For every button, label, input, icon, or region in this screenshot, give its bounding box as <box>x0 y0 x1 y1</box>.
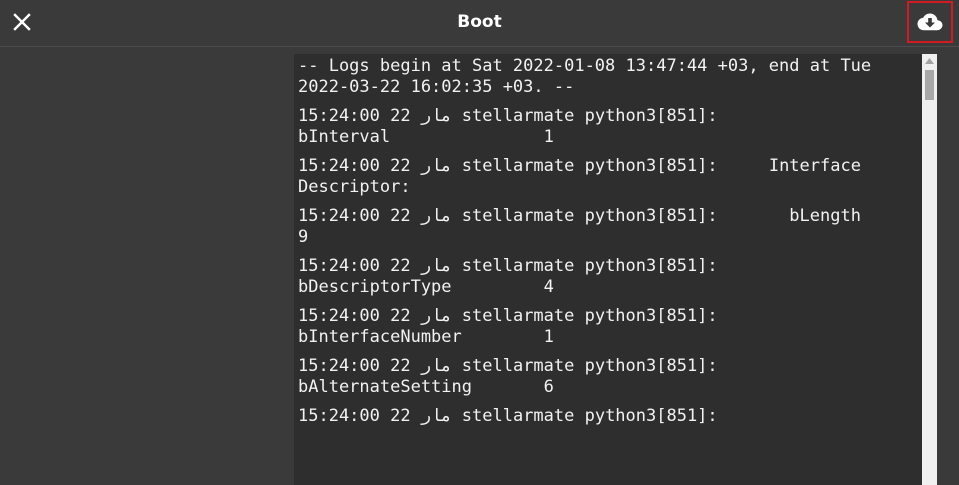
triangle-up-icon <box>925 58 934 64</box>
log-text: -- Logs begin at Sat 2022-01-08 13:47:44… <box>298 56 912 435</box>
log-scrollbar[interactable] <box>922 54 937 485</box>
dialog-title: Boot <box>457 12 502 32</box>
log-entry: 15:24:00 22 مار stellarmate python3[851]… <box>298 106 841 147</box>
log-entry: 15:24:00 22 مار stellarmate python3[851]… <box>298 156 872 197</box>
close-icon <box>13 13 31 31</box>
log-entry: 15:24:00 22 مار stellarmate python3[851]… <box>298 356 790 397</box>
log-entry: 15:24:00 22 مار stellarmate python3[851]… <box>298 256 790 297</box>
dialog-header: Boot <box>0 0 959 47</box>
log-panel[interactable]: -- Logs begin at Sat 2022-01-08 13:47:44… <box>294 54 937 485</box>
log-header-line: -- Logs begin at Sat 2022-01-08 13:47:44… <box>298 56 882 97</box>
scroll-up-arrow[interactable] <box>922 54 937 68</box>
cloud-download-icon <box>917 13 943 31</box>
log-entry: 15:24:00 22 مار stellarmate python3[851]… <box>298 306 790 347</box>
scroll-thumb[interactable] <box>925 70 934 100</box>
log-entry: 15:24:00 22 مار stellarmate python3[851]… <box>298 406 718 426</box>
download-log-button[interactable] <box>907 1 953 43</box>
log-entry: 15:24:00 22 مار stellarmate python3[851]… <box>298 206 861 247</box>
close-button[interactable] <box>8 8 36 36</box>
